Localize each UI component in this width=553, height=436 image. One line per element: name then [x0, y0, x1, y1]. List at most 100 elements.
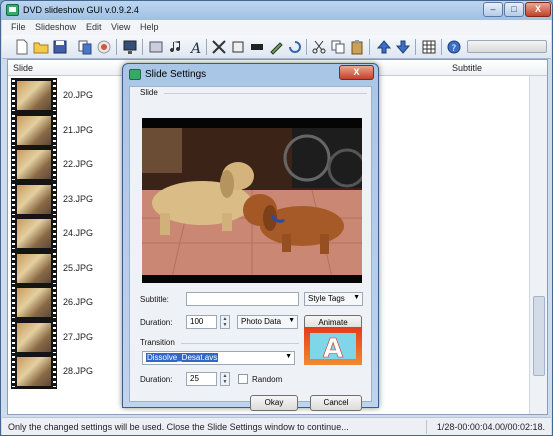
save-icon[interactable] [52, 39, 68, 55]
duration-spinner[interactable]: ▲ ▼ [220, 315, 230, 329]
slide-preview-image [142, 118, 362, 283]
cut-effect-icon[interactable] [211, 39, 227, 55]
app-icon [129, 69, 141, 80]
group-divider [181, 343, 299, 344]
status-time: 1/28-00:00:04.00/00:02:18. [436, 422, 545, 432]
slide-thumbnail-image [17, 150, 51, 179]
copy2-icon[interactable] [330, 39, 346, 55]
status-message: Only the changed settings will be used. … [8, 422, 349, 432]
menu-slideshow[interactable]: Slideshow [35, 22, 76, 32]
toolbar-separator [369, 39, 370, 55]
toolbar-separator [206, 39, 207, 55]
subtitle-label: Subtitle: [140, 295, 169, 304]
scissors-icon[interactable] [311, 39, 327, 55]
transition-value: Dissolve_Desat.avs [146, 353, 219, 362]
logo-letter: A [323, 334, 343, 364]
okay-button[interactable]: Okay [250, 395, 298, 411]
status-bar: Only the changed settings will be used. … [2, 417, 551, 435]
slide-thumbnail-image [17, 288, 51, 317]
rotate-icon[interactable] [287, 39, 303, 55]
title-bar: DVD slideshow GUI v.0.9.2.4 – □ X [1, 1, 552, 20]
transition-dropdown[interactable]: Dissolve_Desat.avs ▼ [142, 351, 295, 365]
slide-filename: 28.JPG [63, 366, 94, 376]
filmstrip-thumbnail [11, 250, 57, 286]
menu-file[interactable]: File [11, 22, 26, 32]
dialog-body: Slide Subtitle: Style Tags ▼ Duration: 1… [129, 86, 372, 411]
cancel-button[interactable]: Cancel [310, 395, 362, 411]
filmstrip-thumbnail [11, 354, 57, 389]
slide-thumbnail-image [17, 322, 51, 352]
scrollbar-thumb[interactable] [533, 296, 545, 376]
slide-settings-dialog: Slide Settings X Slide Subtitle: Style T… [122, 63, 379, 411]
dialog-close-button[interactable]: X [339, 65, 374, 80]
vertical-scrollbar[interactable] [529, 76, 547, 414]
toolbar-separator [415, 39, 416, 55]
filmstrip-thumbnail [11, 319, 57, 355]
slide-filename: 20.JPG [63, 90, 94, 100]
filmstrip-thumbnail [11, 181, 57, 217]
random-label: Random [252, 375, 283, 384]
slide-filename: 22.JPG [63, 159, 94, 169]
burn-icon[interactable] [96, 39, 112, 55]
duration-input[interactable]: 100 [186, 315, 217, 329]
chevron-down-icon: ▼ [288, 317, 295, 324]
grid-icon[interactable] [421, 39, 437, 55]
transition-duration-input[interactable]: 25 [186, 372, 217, 386]
paste-icon[interactable] [349, 39, 365, 55]
app-icon [6, 4, 19, 16]
toolbar-separator [116, 39, 117, 55]
style-tags-label: Style Tags [308, 294, 345, 303]
new-icon[interactable] [14, 39, 30, 55]
monitor-icon[interactable] [122, 39, 138, 55]
filmstrip-thumbnail [11, 216, 57, 251]
filmstrip-thumbnail [11, 285, 57, 320]
slide-thumbnail-image [17, 219, 51, 248]
subtitle-input[interactable] [186, 292, 299, 306]
minimize-button[interactable]: – [483, 2, 503, 17]
brush-icon[interactable] [268, 39, 284, 55]
transition-duration-spinner[interactable]: ▲ ▼ [220, 372, 230, 386]
text-icon[interactable]: A [188, 39, 204, 55]
close-button[interactable]: X [525, 2, 551, 17]
menu-edit[interactable]: Edit [86, 22, 102, 32]
status-separator [426, 420, 427, 434]
up-arrow-icon[interactable] [376, 39, 392, 55]
toolbar-separator [441, 39, 442, 55]
svg-text:A: A [189, 41, 201, 55]
progress-bar [467, 40, 547, 53]
photo-data-dropdown[interactable]: Photo Data ▼ [237, 315, 298, 329]
maximize-button[interactable]: □ [504, 2, 524, 17]
style-tags-dropdown[interactable]: Style Tags ▼ [304, 292, 363, 306]
slide-thumbnail-image [17, 357, 51, 386]
dialog-title-bar: Slide Settings X [123, 64, 378, 85]
film-icon[interactable] [249, 39, 265, 55]
copy-icon[interactable] [77, 39, 93, 55]
slide-group-label: Slide [140, 88, 158, 97]
slide-filename: 27.JPG [63, 331, 94, 342]
toolbar: A ? [2, 35, 551, 59]
menu-bar: File Slideshow Edit View Help [2, 20, 551, 35]
transition-logo-image: A [304, 327, 362, 365]
down-arrow-icon[interactable] [395, 39, 411, 55]
transition-group-label: Transition [140, 338, 175, 347]
duration-label: Duration: [140, 318, 173, 327]
column-subtitle[interactable]: Subtitle [452, 63, 482, 73]
random-checkbox[interactable] [238, 374, 248, 384]
toolbar-separator [142, 39, 143, 55]
music-icon[interactable] [168, 39, 184, 55]
open-icon[interactable] [33, 39, 49, 55]
crop-icon[interactable] [230, 39, 246, 55]
photo-data-label: Photo Data [241, 317, 282, 326]
chevron-down-icon: ▼ [285, 353, 292, 360]
slide-filename: 26.JPG [63, 297, 94, 307]
menu-view[interactable]: View [111, 22, 130, 32]
slide-filename: 25.JPG [63, 262, 94, 273]
filmstrip-thumbnail [11, 78, 57, 113]
svg-text:?: ? [452, 44, 457, 54]
slide-thumbnail-image [17, 253, 51, 283]
column-slide[interactable]: Slide [13, 63, 33, 73]
menu-help[interactable]: Help [140, 22, 159, 32]
dialog-title: Slide Settings [145, 69, 207, 80]
slides-icon[interactable] [148, 39, 164, 55]
help-icon[interactable]: ? [446, 39, 462, 55]
